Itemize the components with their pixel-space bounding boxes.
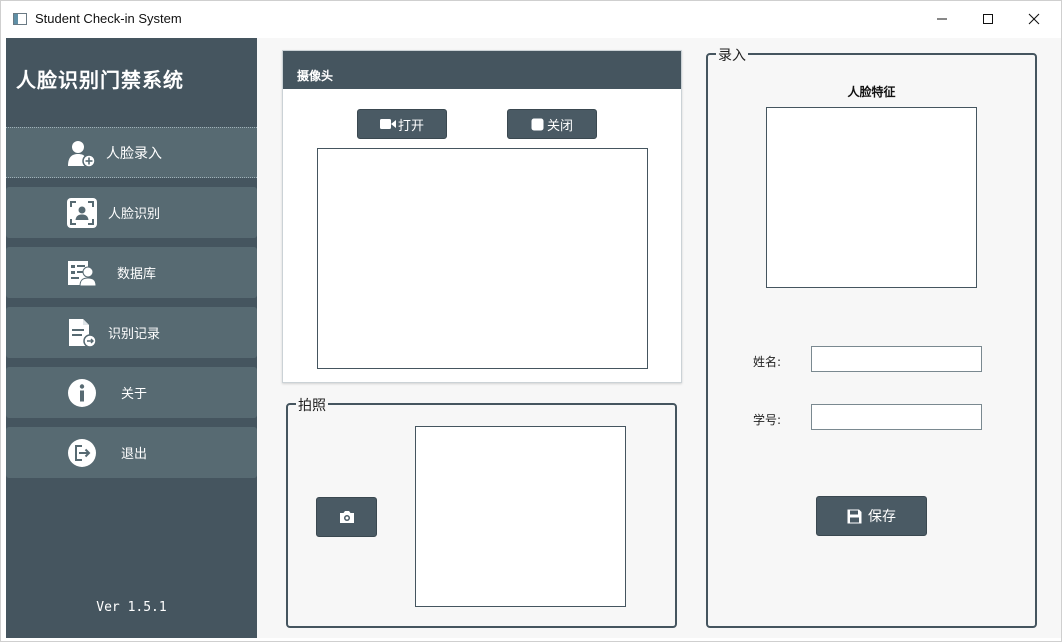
nav-label-exit: 退出 xyxy=(121,447,148,462)
face-feature-preview xyxy=(766,107,977,288)
capture-photo-button[interactable] xyxy=(316,497,377,537)
camera-close-label: 关闭 xyxy=(546,118,573,134)
version-label: Ver 1.5.1 xyxy=(96,600,167,615)
video-camera-icon xyxy=(379,119,396,129)
app-icon xyxy=(13,13,27,25)
camera-preview xyxy=(317,148,648,369)
photo-group-title: 拍照 xyxy=(296,395,328,415)
nav-item-about[interactable]: 关于 xyxy=(6,367,257,418)
camera-open-label: 打开 xyxy=(397,118,424,134)
camera-open-button[interactable]: 打开 xyxy=(357,109,447,139)
entry-group: 录入 人脸特征 姓名: 学号: 保存 xyxy=(706,45,1037,628)
name-input[interactable] xyxy=(811,346,982,372)
stop-square-icon xyxy=(531,118,544,130)
app-brand-title: 人脸识别门禁系统 xyxy=(16,68,184,92)
close-icon xyxy=(1028,13,1040,25)
window-title: Student Check-in System xyxy=(35,11,182,26)
nav-item-database[interactable]: 数据库 xyxy=(6,247,257,298)
nav-label-about: 关于 xyxy=(121,387,148,402)
app-window: Student Check-in System 人脸识别门禁系统 人脸录入 人脸… xyxy=(0,0,1062,642)
nav-item-face-recognition[interactable]: 人脸识别 xyxy=(6,187,257,238)
save-label: 保存 xyxy=(868,509,896,525)
minimize-button[interactable] xyxy=(919,1,965,37)
maximize-button[interactable] xyxy=(965,1,1011,37)
maximize-icon xyxy=(983,14,993,24)
face-scan-icon xyxy=(66,197,98,229)
save-button[interactable]: 保存 xyxy=(816,496,927,536)
camera-close-button[interactable]: 关闭 xyxy=(507,109,597,139)
info-icon xyxy=(66,377,98,409)
nav-item-face-entry[interactable]: 人脸录入 xyxy=(6,127,257,178)
entry-group-title: 录入 xyxy=(716,45,748,65)
name-label: 姓名: xyxy=(753,355,782,369)
camera-icon xyxy=(339,511,354,523)
sidebar: 人脸识别门禁系统 人脸录入 人脸识别 数据库 识别记录 关于 退出 Ver 1.… xyxy=(6,38,257,638)
minimize-icon xyxy=(937,18,947,20)
photo-preview xyxy=(415,426,626,607)
database-card-icon xyxy=(66,257,98,289)
exit-icon xyxy=(66,437,98,469)
student-id-input[interactable] xyxy=(811,404,982,430)
nav-label-database: 数据库 xyxy=(117,267,157,282)
nav-label-face-recognition: 人脸识别 xyxy=(108,207,161,222)
record-file-icon xyxy=(66,317,98,349)
nav-label-face-entry: 人脸录入 xyxy=(106,145,162,162)
nav-item-records[interactable]: 识别记录 xyxy=(6,307,257,358)
face-feature-label: 人脸特征 xyxy=(847,85,896,99)
nav-item-exit[interactable]: 退出 xyxy=(6,427,257,478)
nav-label-records: 识别记录 xyxy=(108,327,161,342)
save-floppy-icon xyxy=(847,509,862,523)
camera-panel: 摄像头 打开 关闭 xyxy=(282,50,682,383)
user-add-icon xyxy=(66,138,98,170)
title-bar[interactable]: Student Check-in System xyxy=(1,1,1061,37)
camera-panel-title: 摄像头 xyxy=(297,69,334,83)
camera-panel-header: 摄像头 xyxy=(283,51,681,89)
student-id-label: 学号: xyxy=(753,413,782,427)
main-content: 摄像头 打开 关闭 拍照 录入 人脸特征 姓名: 学号: 保存 xyxy=(257,38,1061,638)
close-button[interactable] xyxy=(1011,1,1057,37)
photo-group: 拍照 xyxy=(286,395,677,628)
